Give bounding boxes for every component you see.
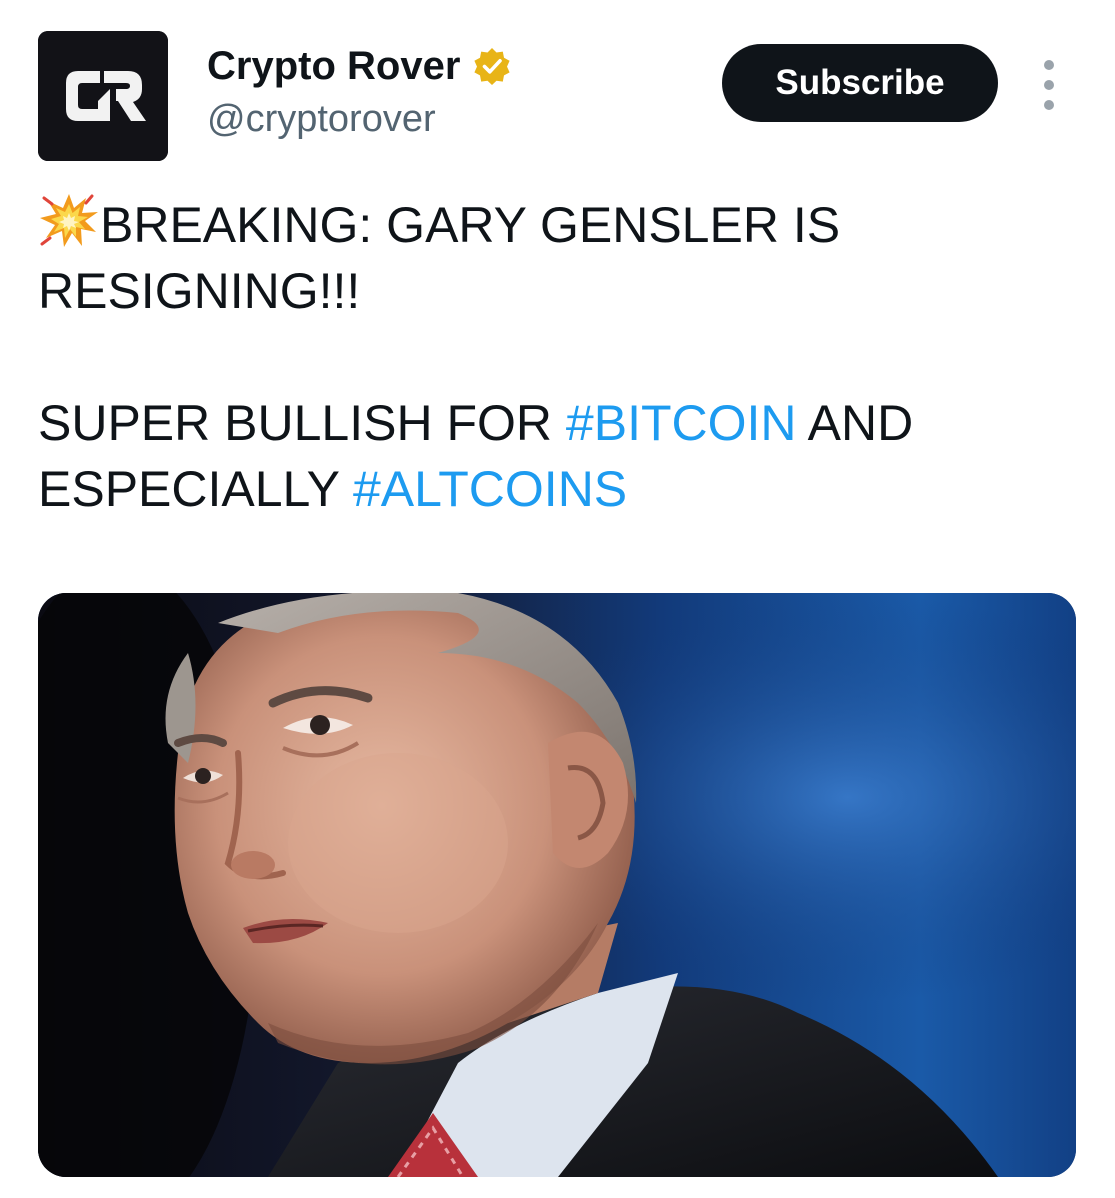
- tweet-photo[interactable]: [38, 593, 1076, 1177]
- breaking-text: BREAKING: GARY GENSLER IS RESIGNING!!!: [38, 197, 841, 319]
- avatar[interactable]: [38, 31, 168, 161]
- portrait-photo-image: [38, 593, 1076, 1177]
- crypto-rover-logo: [38, 31, 168, 161]
- hashtag-altcoins-link[interactable]: #ALTCOINS: [353, 461, 627, 517]
- collision-emoji-icon: [38, 192, 100, 248]
- verified-badge-icon: [472, 46, 512, 86]
- more-vertical-icon[interactable]: [1033, 60, 1065, 110]
- display-name-text[interactable]: Crypto Rover: [207, 40, 460, 92]
- account-handle[interactable]: @cryptorover: [207, 94, 436, 144]
- more-dot: [1044, 80, 1054, 90]
- display-name[interactable]: Crypto Rover: [207, 40, 512, 92]
- tweet-line-bullish: SUPER BULLISH FOR #BITCOIN AND ESPECIALL…: [38, 390, 1078, 522]
- hashtag-bitcoin-link[interactable]: #BITCOIN: [566, 395, 797, 451]
- more-dot: [1044, 60, 1054, 70]
- more-dot: [1044, 100, 1054, 110]
- tweet-text: BREAKING: GARY GENSLER IS RESIGNING!!! S…: [38, 192, 1078, 522]
- subscribe-button[interactable]: Subscribe: [722, 44, 998, 122]
- tweet-line-breaking: BREAKING: GARY GENSLER IS RESIGNING!!!: [38, 192, 1078, 324]
- bullish-prefix: SUPER BULLISH FOR: [38, 395, 566, 451]
